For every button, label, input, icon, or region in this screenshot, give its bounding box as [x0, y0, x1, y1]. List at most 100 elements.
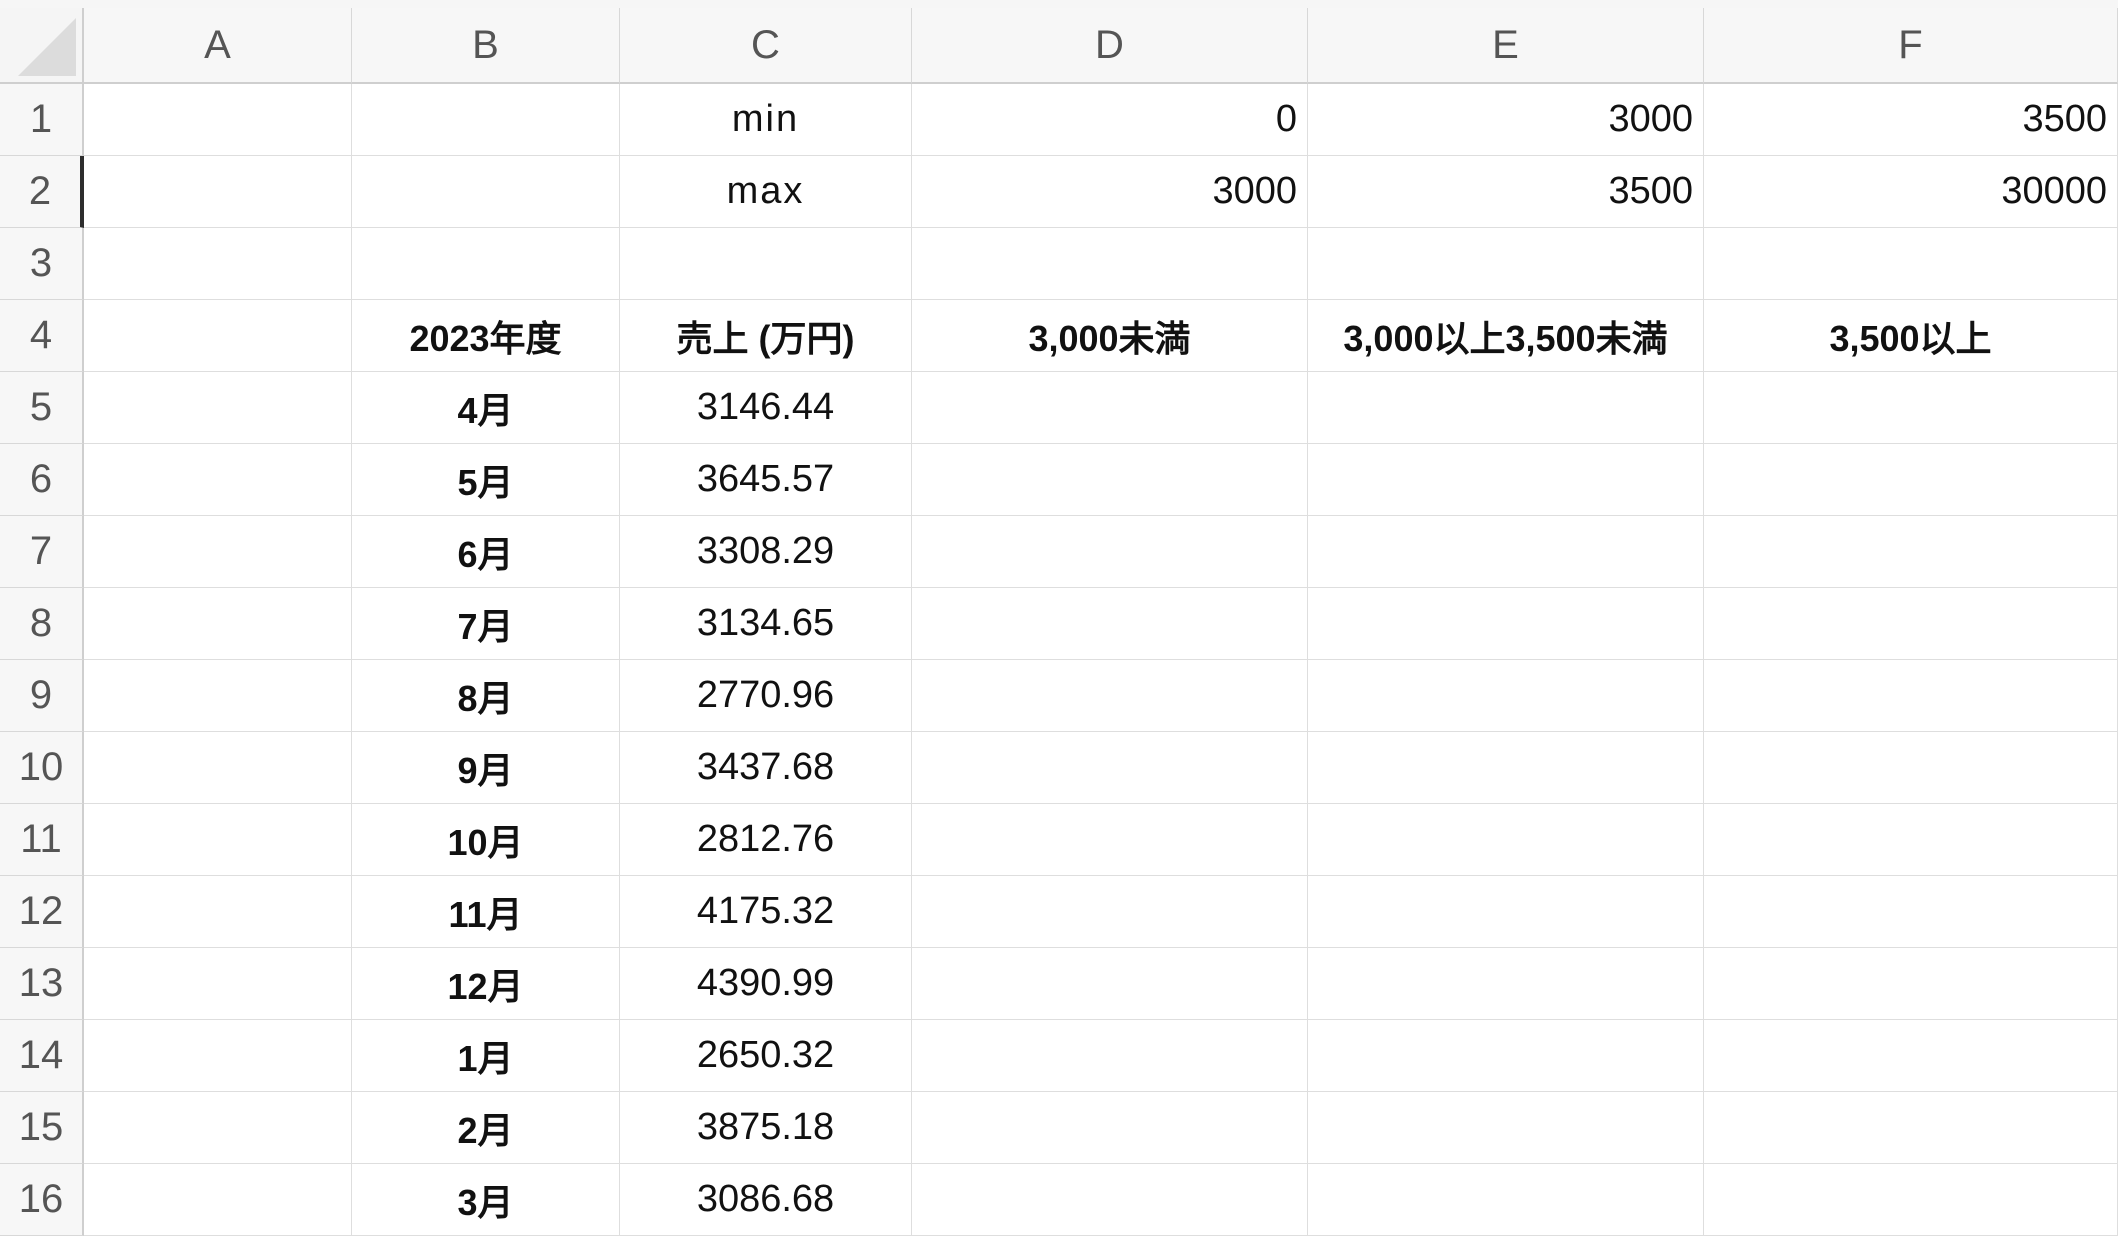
cell-f14[interactable] — [1704, 1020, 2118, 1092]
cell-e10[interactable] — [1308, 732, 1704, 804]
cell-a9[interactable] — [84, 660, 352, 732]
cell-f3[interactable] — [1704, 228, 2118, 300]
cell-b3[interactable] — [352, 228, 620, 300]
cell-c1-min-label[interactable]: min — [620, 84, 912, 156]
cell-f9[interactable] — [1704, 660, 2118, 732]
sales-cell[interactable]: 3134.65 — [620, 588, 912, 660]
month-cell[interactable]: 6月 — [352, 516, 620, 588]
cell-f1[interactable]: 3500 — [1704, 84, 2118, 156]
month-cell[interactable]: 1月 — [352, 1020, 620, 1092]
cell-e2[interactable]: 3500 — [1308, 156, 1704, 228]
row-header-14[interactable]: 14 — [0, 1020, 84, 1092]
month-cell[interactable]: 2月 — [352, 1092, 620, 1164]
row-header-3[interactable]: 3 — [0, 228, 84, 300]
sales-cell[interactable]: 2770.96 — [620, 660, 912, 732]
cell-f7[interactable] — [1704, 516, 2118, 588]
month-cell[interactable]: 4月 — [352, 372, 620, 444]
cell-a1[interactable] — [84, 84, 352, 156]
cell-e8[interactable] — [1308, 588, 1704, 660]
cell-f2[interactable]: 30000 — [1704, 156, 2118, 228]
cell-d2[interactable]: 3000 — [912, 156, 1308, 228]
cell-a10[interactable] — [84, 732, 352, 804]
row-header-16[interactable]: 16 — [0, 1164, 84, 1236]
cell-f12[interactable] — [1704, 876, 2118, 948]
sales-cell[interactable]: 3437.68 — [620, 732, 912, 804]
cell-f13[interactable] — [1704, 948, 2118, 1020]
cell-d13[interactable] — [912, 948, 1308, 1020]
cell-a16[interactable] — [84, 1164, 352, 1236]
row-header-12[interactable]: 12 — [0, 876, 84, 948]
cell-d6[interactable] — [912, 444, 1308, 516]
cell-f10[interactable] — [1704, 732, 2118, 804]
row-header-1[interactable]: 1 — [0, 84, 84, 156]
row-header-7[interactable]: 7 — [0, 516, 84, 588]
row-header-4[interactable]: 4 — [0, 300, 84, 372]
sales-cell[interactable]: 3146.44 — [620, 372, 912, 444]
range-3000-3500-header[interactable]: 3,000以上3,500未満 — [1308, 300, 1704, 372]
cell-f15[interactable] — [1704, 1092, 2118, 1164]
month-cell[interactable]: 9月 — [352, 732, 620, 804]
cell-f5[interactable] — [1704, 372, 2118, 444]
sales-cell[interactable]: 3086.68 — [620, 1164, 912, 1236]
cell-a13[interactable] — [84, 948, 352, 1020]
cell-e3[interactable] — [1308, 228, 1704, 300]
sales-cell[interactable]: 4175.32 — [620, 876, 912, 948]
row-header-6[interactable]: 6 — [0, 444, 84, 516]
cell-d14[interactable] — [912, 1020, 1308, 1092]
column-header-d[interactable]: D — [912, 8, 1308, 84]
range-under-3000-header[interactable]: 3,000未満 — [912, 300, 1308, 372]
cell-d9[interactable] — [912, 660, 1308, 732]
cell-e9[interactable] — [1308, 660, 1704, 732]
column-header-a[interactable]: A — [84, 8, 352, 84]
cell-e12[interactable] — [1308, 876, 1704, 948]
cell-a4[interactable] — [84, 300, 352, 372]
sales-cell[interactable]: 4390.99 — [620, 948, 912, 1020]
cell-c3[interactable] — [620, 228, 912, 300]
row-header-2[interactable]: 2 — [0, 156, 84, 228]
cell-f8[interactable] — [1704, 588, 2118, 660]
cell-d8[interactable] — [912, 588, 1308, 660]
cell-d10[interactable] — [912, 732, 1308, 804]
cell-f16[interactable] — [1704, 1164, 2118, 1236]
month-cell[interactable]: 10月 — [352, 804, 620, 876]
sales-cell[interactable]: 3875.18 — [620, 1092, 912, 1164]
month-cell[interactable]: 5月 — [352, 444, 620, 516]
cell-e1[interactable]: 3000 — [1308, 84, 1704, 156]
cell-a2[interactable] — [84, 156, 352, 228]
month-cell[interactable]: 12月 — [352, 948, 620, 1020]
row-header-15[interactable]: 15 — [0, 1092, 84, 1164]
cell-a15[interactable] — [84, 1092, 352, 1164]
sales-cell[interactable]: 3645.57 — [620, 444, 912, 516]
month-cell[interactable]: 7月 — [352, 588, 620, 660]
cell-e13[interactable] — [1308, 948, 1704, 1020]
row-header-9[interactable]: 9 — [0, 660, 84, 732]
range-over-3500-header[interactable]: 3,500以上 — [1704, 300, 2118, 372]
row-header-11[interactable]: 11 — [0, 804, 84, 876]
cell-e6[interactable] — [1308, 444, 1704, 516]
cell-a11[interactable] — [84, 804, 352, 876]
column-header-e[interactable]: E — [1308, 8, 1704, 84]
cell-d16[interactable] — [912, 1164, 1308, 1236]
cell-d7[interactable] — [912, 516, 1308, 588]
cell-c2-max-label[interactable]: max — [620, 156, 912, 228]
cell-a14[interactable] — [84, 1020, 352, 1092]
sales-cell[interactable]: 2812.76 — [620, 804, 912, 876]
cell-d12[interactable] — [912, 876, 1308, 948]
column-header-b[interactable]: B — [352, 8, 620, 84]
cell-a6[interactable] — [84, 444, 352, 516]
cell-a3[interactable] — [84, 228, 352, 300]
select-all-corner[interactable] — [0, 8, 84, 84]
column-header-c[interactable]: C — [620, 8, 912, 84]
cell-d5[interactable] — [912, 372, 1308, 444]
sales-header-cell[interactable]: 売上 (万円) — [620, 300, 912, 372]
row-header-5[interactable]: 5 — [0, 372, 84, 444]
cell-d1[interactable]: 0 — [912, 84, 1308, 156]
cell-e16[interactable] — [1308, 1164, 1704, 1236]
cell-f6[interactable] — [1704, 444, 2118, 516]
cell-a7[interactable] — [84, 516, 352, 588]
month-cell[interactable]: 3月 — [352, 1164, 620, 1236]
cell-a5[interactable] — [84, 372, 352, 444]
cell-e15[interactable] — [1308, 1092, 1704, 1164]
sales-cell[interactable]: 2650.32 — [620, 1020, 912, 1092]
cell-e5[interactable] — [1308, 372, 1704, 444]
